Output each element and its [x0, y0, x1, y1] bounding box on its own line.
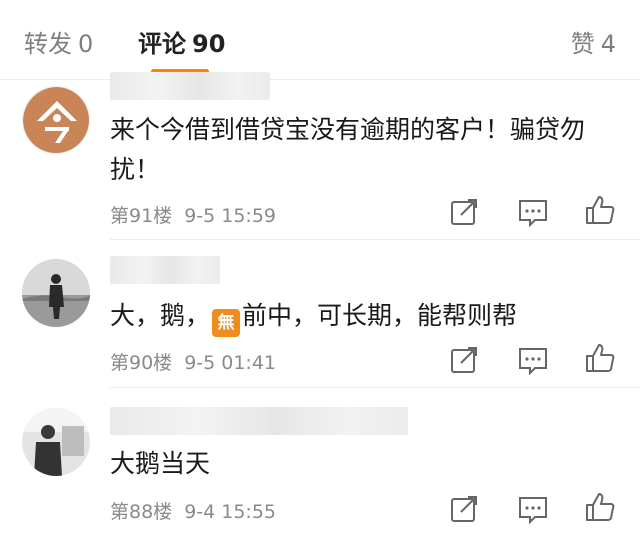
- comment-icon[interactable]: [517, 493, 549, 525]
- floor-number: 第91楼: [110, 205, 173, 227]
- tab-like-count: 4: [600, 30, 616, 58]
- comment-text-part: 大，鹅，: [110, 301, 211, 330]
- username-blurred[interactable]: [110, 72, 270, 100]
- tab-comment[interactable]: 评论 90: [138, 24, 640, 59]
- comment-date: 9-5 01:41: [184, 352, 277, 374]
- share-icon[interactable]: [448, 493, 480, 525]
- floor-number: 第88楼: [110, 501, 173, 523]
- floor-number: 第90楼: [110, 352, 173, 374]
- share-icon[interactable]: [448, 196, 480, 228]
- avatar-photo-image: [22, 259, 90, 327]
- avatar[interactable]: [22, 408, 90, 476]
- tab-repost-label: 转发: [24, 30, 72, 58]
- comment-meta: 第88楼 9-4 15:55: [110, 497, 276, 524]
- comment-item: 大，鹅，無前中，可长期，能帮则帮 第90楼 9-5 01:41: [0, 240, 640, 388]
- avatar[interactable]: [22, 86, 90, 154]
- username-blurred[interactable]: [110, 256, 220, 284]
- username-blurred[interactable]: [110, 407, 408, 435]
- comment-text: 大鹅当天: [110, 449, 211, 478]
- avatar-logo-image: [23, 87, 89, 153]
- thumbs-up-icon[interactable]: [584, 342, 616, 374]
- comment-item: 大鹅当天 第88楼 9-4 15:55: [0, 388, 640, 546]
- tab-like[interactable]: 赞4: [571, 24, 616, 59]
- tab-comment-count: 90: [192, 30, 226, 58]
- comment-meta: 第91楼 9-5 15:59: [110, 201, 276, 228]
- tab-like-label: 赞: [570, 30, 595, 58]
- tab-repost[interactable]: 转发 0: [24, 24, 93, 59]
- comment-date: 9-4 15:55: [184, 501, 277, 523]
- thumbs-up-icon[interactable]: [584, 491, 616, 523]
- thumbs-up-icon[interactable]: [584, 194, 616, 226]
- avatar-photo-image: [22, 408, 90, 476]
- emoji-icon: 無: [212, 309, 241, 337]
- comment-icon[interactable]: [517, 196, 549, 228]
- comment-text: 来个今借到借贷宝没有逾期的客户！骗贷勿扰！: [110, 115, 586, 184]
- share-icon[interactable]: [448, 344, 480, 376]
- comment-text-part: 前中，可长期，能帮则帮: [242, 301, 518, 330]
- avatar[interactable]: [22, 259, 90, 327]
- tab-comment-label: 评论: [138, 30, 186, 58]
- comment-item: 来个今借到借贷宝没有逾期的客户！骗贷勿扰！ 第91楼 9-5 15:59: [0, 72, 640, 240]
- comment-meta: 第90楼 9-5 01:41: [110, 348, 276, 375]
- tab-repost-count: 0: [78, 30, 94, 58]
- comment-date: 9-5 15:59: [184, 205, 277, 227]
- comment-text: 大，鹅，無前中，可长期，能帮则帮: [110, 296, 625, 337]
- comment-icon[interactable]: [517, 344, 549, 376]
- comment-tabs: 转发 0 评论 90 赞4: [0, 0, 640, 80]
